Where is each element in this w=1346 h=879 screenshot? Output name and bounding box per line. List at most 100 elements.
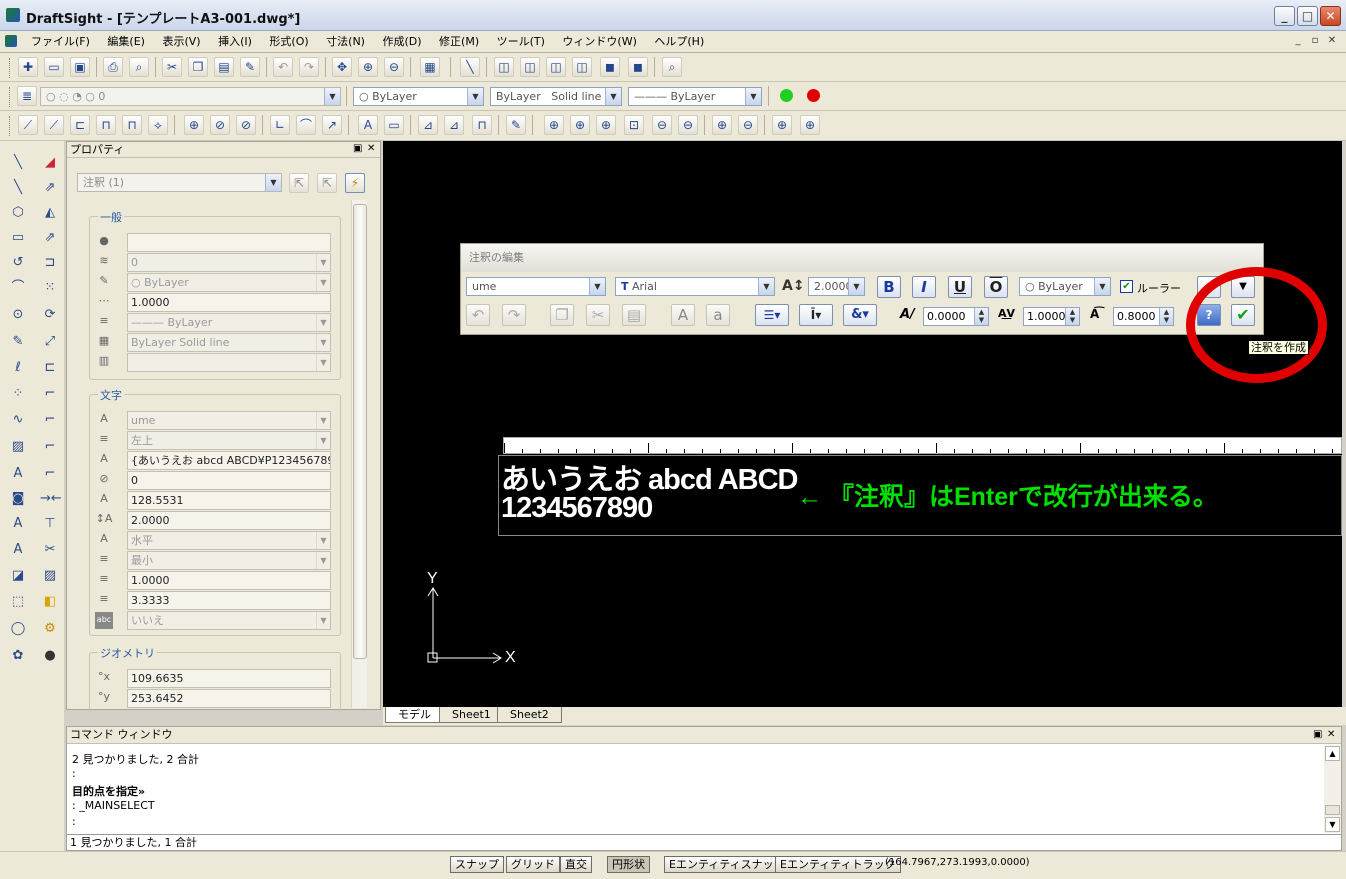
save-icon[interactable]: ▣	[70, 57, 90, 77]
prop-text-style[interactable]: ume ▼	[127, 411, 331, 430]
fillet-tool-icon[interactable]: ⌐	[40, 437, 60, 457]
zoom-all-icon[interactable]: ⊕	[772, 115, 792, 135]
snap-midpoint-icon[interactable]: ⟋	[44, 115, 64, 135]
copy-icon[interactable]: ❐	[188, 57, 208, 77]
command-restore-icon[interactable]: ▣	[1313, 729, 1322, 740]
prop-layer[interactable]: 0 ▼	[127, 253, 331, 272]
note-text-line-2[interactable]: 1234567890	[501, 492, 653, 525]
prop-width[interactable]: 128.5531	[127, 491, 331, 510]
insert-block-icon[interactable]: A	[8, 464, 28, 484]
undo-icon[interactable]: ↶	[273, 57, 293, 77]
drawing-canvas[interactable]: Y X	[383, 141, 1342, 707]
pan-icon[interactable]: ✥	[332, 57, 352, 77]
text-height-select[interactable]: 2.0000 ▼	[808, 277, 865, 296]
edit-hatch-icon[interactable]: ▨	[40, 566, 60, 586]
eraser-tool-icon[interactable]: ◢	[40, 153, 60, 173]
prop-position-x[interactable]: 109.6635	[127, 669, 331, 688]
circle-tool-icon[interactable]: ⊙	[8, 305, 28, 325]
break-tool-icon[interactable]: ⊤	[40, 514, 60, 534]
quick-select-icon[interactable]: ⇱	[317, 173, 337, 193]
zoom-object-icon[interactable]: ⊖	[652, 115, 672, 135]
prop-line-spacing-style[interactable]: 最小 ▼	[127, 551, 331, 570]
region-tool-icon[interactable]: ◪	[8, 566, 28, 586]
menu-insert[interactable]: 挿入(I)	[211, 32, 259, 52]
move-tool-icon[interactable]: ⟳	[40, 305, 60, 325]
mdi-restore-icon[interactable]: ▫	[1307, 34, 1323, 49]
text-style-select[interactable]: ume ▼	[466, 277, 606, 296]
cut-icon[interactable]: ✂	[162, 57, 182, 77]
zoom-realtime-icon[interactable]: ⊕	[358, 57, 378, 77]
paste-icon[interactable]: ▤	[214, 57, 234, 77]
menu-file[interactable]: ファイル(F)	[24, 32, 97, 52]
pattern-tool-icon[interactable]: ⊐	[40, 253, 60, 273]
toggle-pickadd-icon[interactable]: ⚡	[345, 173, 365, 193]
dim-continue-icon[interactable]: ⟡	[148, 115, 168, 135]
editor-cut-icon[interactable]: ✂	[586, 304, 610, 326]
text-edit-icon[interactable]: A	[358, 115, 378, 135]
bullets-icon[interactable]: ☰▾	[755, 304, 789, 326]
chamfer-tool-icon[interactable]: ⌐	[40, 464, 60, 484]
prop-plotstyle[interactable]: ByLayer Solid line ▼	[127, 333, 331, 352]
zoom-out-icon[interactable]: ⊖	[738, 115, 758, 135]
measure-icon[interactable]: ╲	[460, 57, 480, 77]
view-right-icon[interactable]: ◫	[572, 57, 592, 77]
command-scrollbar[interactable]: ▲ ▼	[1324, 745, 1341, 833]
curve-tool-icon[interactable]: ∿	[8, 410, 28, 430]
offset-tool-icon[interactable]: ⇗	[40, 228, 60, 248]
dim-style-icon[interactable]: ⊿	[418, 115, 438, 135]
lineweight-select[interactable]: ——— ByLayer ▼	[628, 87, 762, 106]
prop-direction[interactable]: 水平 ▼	[127, 531, 331, 550]
print-preview-icon[interactable]: ⌕	[129, 57, 149, 77]
dim-update-icon[interactable]: ⊓	[472, 115, 492, 135]
dim-linear-icon[interactable]: ⊏	[70, 115, 90, 135]
split-tool-icon[interactable]: →←	[40, 489, 62, 509]
menu-edit[interactable]: 編集(E)	[100, 32, 152, 52]
linetype-select[interactable]: ByLayer Solid line ▼	[490, 87, 622, 106]
menu-dimension[interactable]: 寸法(N)	[319, 32, 372, 52]
insert-field-icon[interactable]: Ī▾	[799, 304, 833, 326]
spline-tool-icon[interactable]: ✎	[8, 332, 28, 352]
editor-undo-icon[interactable]: ↶	[466, 304, 490, 326]
view-iso2-icon[interactable]: ◼	[628, 57, 648, 77]
polyline-tool-icon[interactable]: ⌒	[8, 278, 28, 298]
dim-baseline-icon[interactable]: ⊓	[122, 115, 142, 135]
red-status-icon[interactable]	[807, 89, 820, 102]
prop-linetype[interactable]: ○ ByLayer ▼	[127, 273, 331, 292]
snap-endpoint-icon[interactable]: ⟋	[18, 115, 38, 135]
zoom-in-icon[interactable]: ⊕	[712, 115, 732, 135]
mdi-close-icon[interactable]: ✕	[1324, 34, 1340, 49]
polar-toggle[interactable]: 円形状	[607, 856, 650, 873]
underline-button[interactable]: U	[948, 276, 972, 298]
tab-sheet1[interactable]: Sheet1	[439, 707, 504, 723]
esnap-toggle[interactable]: Eエンティティスナップ	[664, 856, 790, 873]
italic-button[interactable]: I	[912, 276, 936, 298]
selection-filter-select[interactable]: 注釈 (1) ▼	[77, 173, 282, 192]
close-button[interactable]: ✕	[1320, 6, 1341, 26]
scale-tool-icon[interactable]: ⤢	[40, 332, 60, 352]
cloud-tool-icon[interactable]: ✿	[8, 646, 28, 666]
snap-toggle[interactable]: スナップ	[450, 856, 504, 873]
menu-window[interactable]: ウィンドウ(W)	[555, 32, 643, 52]
dim-angle-icon[interactable]: ∟	[270, 115, 290, 135]
menu-tools[interactable]: ツール(T)	[490, 32, 552, 52]
dim-aligned-icon[interactable]: ⊓	[96, 115, 116, 135]
prop-rotation[interactable]: 0	[127, 471, 331, 490]
prop-justify[interactable]: 左上 ▼	[127, 431, 331, 450]
hatch-tool-icon[interactable]: ▨	[8, 437, 28, 457]
point-tool-icon[interactable]: ⁘	[8, 384, 28, 404]
layer-manager-icon[interactable]: ▦	[420, 57, 440, 77]
prop-line-spacing-distance[interactable]: 3.3333	[127, 591, 331, 610]
view-left-icon[interactable]: ◫	[546, 57, 566, 77]
prop-contents[interactable]: {あいうえお abcd ABCD¥P1234567890}	[127, 451, 331, 470]
view-iso-icon[interactable]: ◼	[600, 57, 620, 77]
bold-button[interactable]: B	[877, 276, 901, 298]
sketch-tool-icon[interactable]: ℓ	[8, 358, 28, 378]
prop-linetype-scale[interactable]: 1.0000	[127, 293, 331, 312]
block-tool-icon[interactable]: ◙	[8, 489, 28, 509]
zoom-extents-icon[interactable]: ⊖	[678, 115, 698, 135]
color-select[interactable]: ○ ByLayer ▼	[353, 87, 484, 106]
uppercase-button[interactable]: A	[671, 304, 695, 326]
revision-cloud-icon[interactable]: ◯	[8, 619, 28, 639]
dim-radius-icon[interactable]: ⊘	[236, 115, 256, 135]
menu-format[interactable]: 形式(O)	[262, 32, 315, 52]
